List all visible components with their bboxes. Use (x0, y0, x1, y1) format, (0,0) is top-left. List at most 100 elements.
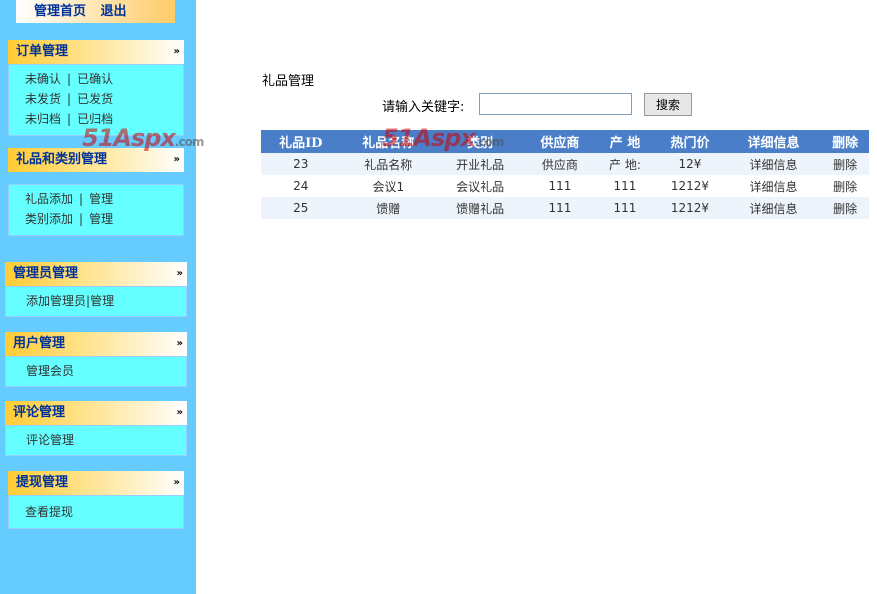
col-delete: 删除 (821, 130, 869, 153)
main-content: 礼品管理 请输入关键字: 搜索 礼品ID 礼品名称 类别 供应商 产 地 热门价… (196, 0, 877, 594)
cell-origin: 111 (595, 175, 655, 197)
panel-withdrawals: 提现管理 » 查看提现 (8, 471, 184, 529)
logout-link[interactable]: 退出 (101, 4, 127, 19)
col-gift-name: 礼品名称 (340, 130, 437, 153)
panel-admins: 管理员管理 » 添加管理员|管理 (5, 262, 187, 317)
panel-title: 评论管理 (13, 405, 66, 420)
panel-body: 查看提现 (8, 495, 184, 529)
cell-category: 馈赠礼品 (436, 197, 525, 219)
cell-name: 馈赠 (340, 197, 437, 219)
list-item: 管理会员 (26, 361, 186, 381)
panel-header[interactable]: 用户管理 » (5, 332, 187, 356)
list-item: 查看提现 (25, 500, 183, 524)
manage-members-link[interactable]: 管理会员 (26, 364, 74, 378)
top-links: 管理首页 退出 (16, 0, 175, 23)
view-withdrawals-link[interactable]: 查看提现 (25, 505, 73, 519)
search-label: 请输入关键字: (382, 100, 465, 115)
list-item: 添加管理员|管理 (26, 294, 115, 308)
panel-title: 管理员管理 (13, 266, 79, 281)
table-row: 23 礼品名称 开业礼品 供应商 产 地: 12¥ 详细信息 删除 (261, 153, 869, 175)
manage-category-link[interactable]: 管理 (89, 212, 113, 226)
panel-users: 用户管理 » 管理会员 (5, 332, 187, 387)
cell-id: 23 (261, 153, 341, 175)
list-item: 未确认 | 已确认 (25, 72, 114, 86)
shipped-link[interactable]: 已发货 (77, 92, 113, 106)
col-details: 详细信息 (725, 130, 822, 153)
details-link[interactable]: 详细信息 (725, 175, 822, 197)
unarchived-link[interactable]: 未归档 (25, 112, 61, 126)
panel-title: 用户管理 (13, 336, 66, 351)
panel-title: 提现管理 (16, 475, 69, 490)
add-gift-link[interactable]: 礼品添加 (25, 192, 73, 206)
cell-price: 1212¥ (654, 197, 726, 219)
cell-supplier: 111 (524, 175, 596, 197)
delete-link[interactable]: 删除 (821, 153, 869, 175)
search-input[interactable] (479, 93, 632, 115)
panel-header[interactable]: 礼品和类别管理 » (8, 148, 184, 172)
panel-header[interactable]: 管理员管理 » (5, 262, 187, 286)
page-title: 礼品管理 (262, 74, 315, 89)
delete-link[interactable]: 删除 (821, 175, 869, 197)
col-supplier: 供应商 (524, 130, 596, 153)
cell-price: 1212¥ (654, 175, 726, 197)
col-gift-id: 礼品ID (261, 130, 341, 153)
cell-name: 礼品名称 (340, 153, 437, 175)
details-link[interactable]: 详细信息 (725, 153, 822, 175)
archived-link[interactable]: 已归档 (77, 112, 113, 126)
details-link[interactable]: 详细信息 (725, 197, 822, 219)
manage-gift-link[interactable]: 管理 (89, 192, 113, 206)
col-category: 类别 (436, 130, 525, 153)
chevron-down-icon[interactable]: » (174, 40, 180, 64)
cell-name: 会议1 (340, 175, 437, 197)
add-category-link[interactable]: 类别添加 (25, 212, 73, 226)
chevron-down-icon[interactable]: » (174, 148, 180, 172)
chevron-down-icon[interactable]: » (177, 262, 183, 286)
search-button[interactable]: 搜索 (644, 93, 692, 116)
panel-header[interactable]: 提现管理 » (8, 471, 184, 495)
cell-supplier: 供应商 (524, 153, 596, 175)
panel-title: 订单管理 (16, 44, 69, 59)
list-item: 未发货 | 已发货 (25, 92, 114, 106)
cell-supplier: 111 (524, 197, 596, 219)
col-origin: 产 地 (595, 130, 655, 153)
admin-home-link[interactable]: 管理首页 (34, 4, 86, 19)
manage-comments-link[interactable]: 评论管理 (26, 433, 74, 447)
list-item: 评论管理 (26, 430, 186, 450)
unconfirmed-link[interactable]: 未确认 (25, 72, 61, 86)
panel-body: 管理会员 (5, 356, 187, 387)
manage-admin-link[interactable]: 管理 (90, 294, 114, 308)
cell-origin: 111 (595, 197, 655, 219)
list-item: 类别添加 | 管理 (25, 212, 114, 226)
col-hot-price: 热门价 (654, 130, 726, 153)
cell-category: 会议礼品 (436, 175, 525, 197)
table-header-row: 礼品ID 礼品名称 类别 供应商 产 地 热门价 详细信息 删除 (261, 130, 869, 153)
panel-body: 评论管理 (5, 425, 187, 456)
unshipped-link[interactable]: 未发货 (25, 92, 61, 106)
gift-table: 礼品ID 礼品名称 类别 供应商 产 地 热门价 详细信息 删除 23 礼品名称… (261, 130, 869, 219)
cell-id: 24 (261, 175, 341, 197)
panel-orders: 订单管理 » 未确认 | 已确认 未发货 | 已发货 未归档 | 已归档 (8, 40, 184, 136)
confirmed-link[interactable]: 已确认 (77, 72, 113, 86)
cell-id: 25 (261, 197, 341, 219)
panel-header[interactable]: 订单管理 » (8, 40, 184, 64)
panel-comments: 评论管理 » 评论管理 (5, 401, 187, 456)
table-row: 25 馈赠 馈赠礼品 111 111 1212¥ 详细信息 删除 (261, 197, 869, 219)
list-item: 礼品添加 | 管理 (25, 192, 114, 206)
delete-link[interactable]: 删除 (821, 197, 869, 219)
sidebar: 管理首页 退出 订单管理 » 未确认 | 已确认 未发货 | 已发货 未归档 | 已归档 礼… (0, 0, 196, 594)
chevron-down-icon[interactable]: » (177, 401, 183, 425)
cell-price: 12¥ (654, 153, 726, 175)
table-row: 24 会议1 会议礼品 111 111 1212¥ 详细信息 删除 (261, 175, 869, 197)
panel-gifts: 礼品和类别管理 » 礼品添加 | 管理 类别添加 | 管理 (8, 148, 184, 236)
chevron-down-icon[interactable]: » (174, 471, 180, 495)
cell-category: 开业礼品 (436, 153, 525, 175)
chevron-down-icon[interactable]: » (177, 332, 183, 356)
list-item: 未归档 | 已归档 (25, 112, 114, 126)
cell-origin: 产 地: (595, 153, 655, 175)
panel-header[interactable]: 评论管理 » (5, 401, 187, 425)
panel-body: 未确认 | 已确认 未发货 | 已发货 未归档 | 已归档 (8, 64, 184, 136)
panel-title: 礼品和类别管理 (16, 152, 108, 167)
panel-body: 添加管理员|管理 (5, 286, 187, 317)
add-admin-link[interactable]: 添加管理员 (26, 294, 86, 308)
panel-body: 礼品添加 | 管理 类别添加 | 管理 (8, 184, 184, 236)
